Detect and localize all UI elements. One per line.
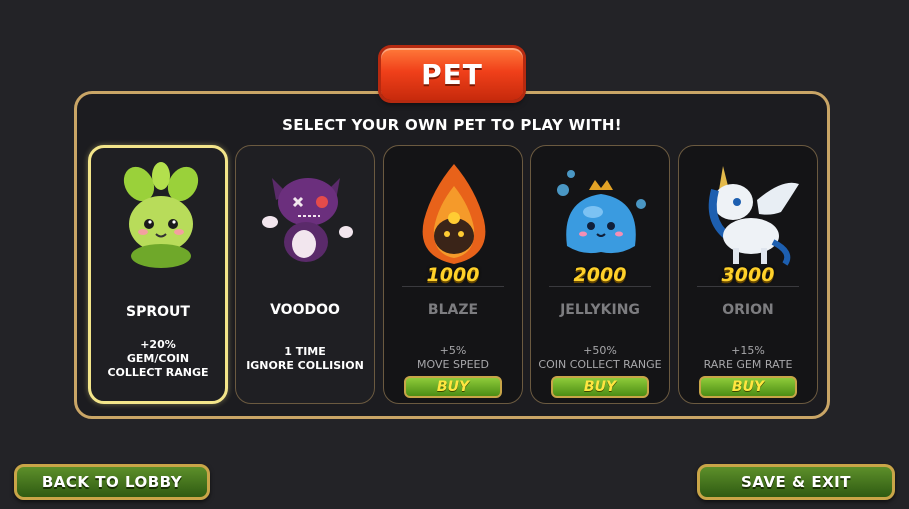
pet-name: VOODOO — [270, 302, 340, 318]
pet-name: SPROUT — [126, 304, 190, 320]
buy-button-blaze[interactable]: BUY — [404, 376, 502, 398]
panel-subtitle: SELECT YOUR OWN PET TO PLAY WITH! — [282, 116, 622, 134]
pet-description: +15% RARE GEM RATE — [703, 344, 793, 371]
pet-card-blaze[interactable]: 1000 BLAZE +5% MOVE SPEED BUY — [383, 145, 523, 404]
pet-card-jellyking[interactable]: 2000 JELLYKING +50% COIN COLLECT RANGE B… — [530, 145, 670, 404]
pet-name: BLAZE — [427, 302, 479, 318]
buy-button-orion[interactable]: BUY — [699, 376, 797, 398]
save-and-exit-button[interactable]: SAVE & EXIT — [697, 464, 895, 500]
pet-card-orion[interactable]: 3000 ORION +15% RARE GEM RATE BUY — [678, 145, 818, 404]
back-to-lobby-button[interactable]: BACK TO LOBBY — [14, 464, 210, 500]
pet-description: +5% MOVE SPEED — [417, 344, 489, 371]
pet-card-voodoo[interactable]: VOODOO 1 TIME IGNORE COLLISION — [235, 145, 375, 404]
pet-description: 1 TIME IGNORE COLLISION — [246, 345, 364, 372]
pet-card-sprout[interactable]: SPROUT +20% GEM/COIN COLLECT RANGE — [88, 145, 228, 404]
pet-name: ORION — [722, 302, 774, 318]
divider — [697, 286, 799, 287]
pet-description: +50% COIN COLLECT RANGE — [538, 344, 662, 371]
pet-price: 1000 — [426, 264, 480, 286]
divider — [402, 286, 504, 287]
voodoo-pet-icon — [262, 178, 353, 262]
pet-price: 2000 — [573, 264, 627, 286]
divider — [549, 286, 651, 287]
sprout-pet-icon — [123, 162, 199, 268]
pet-name: JELLYKING — [560, 302, 640, 318]
pet-description: +20% GEM/COIN COLLECT RANGE — [107, 338, 209, 379]
blaze-pet-icon — [422, 164, 486, 264]
page-title: PET — [381, 48, 523, 100]
jellyking-pet-icon — [557, 170, 646, 254]
orion-pet-icon — [708, 166, 799, 266]
buy-button-jellyking[interactable]: BUY — [551, 376, 649, 398]
pet-price: 3000 — [721, 264, 775, 286]
